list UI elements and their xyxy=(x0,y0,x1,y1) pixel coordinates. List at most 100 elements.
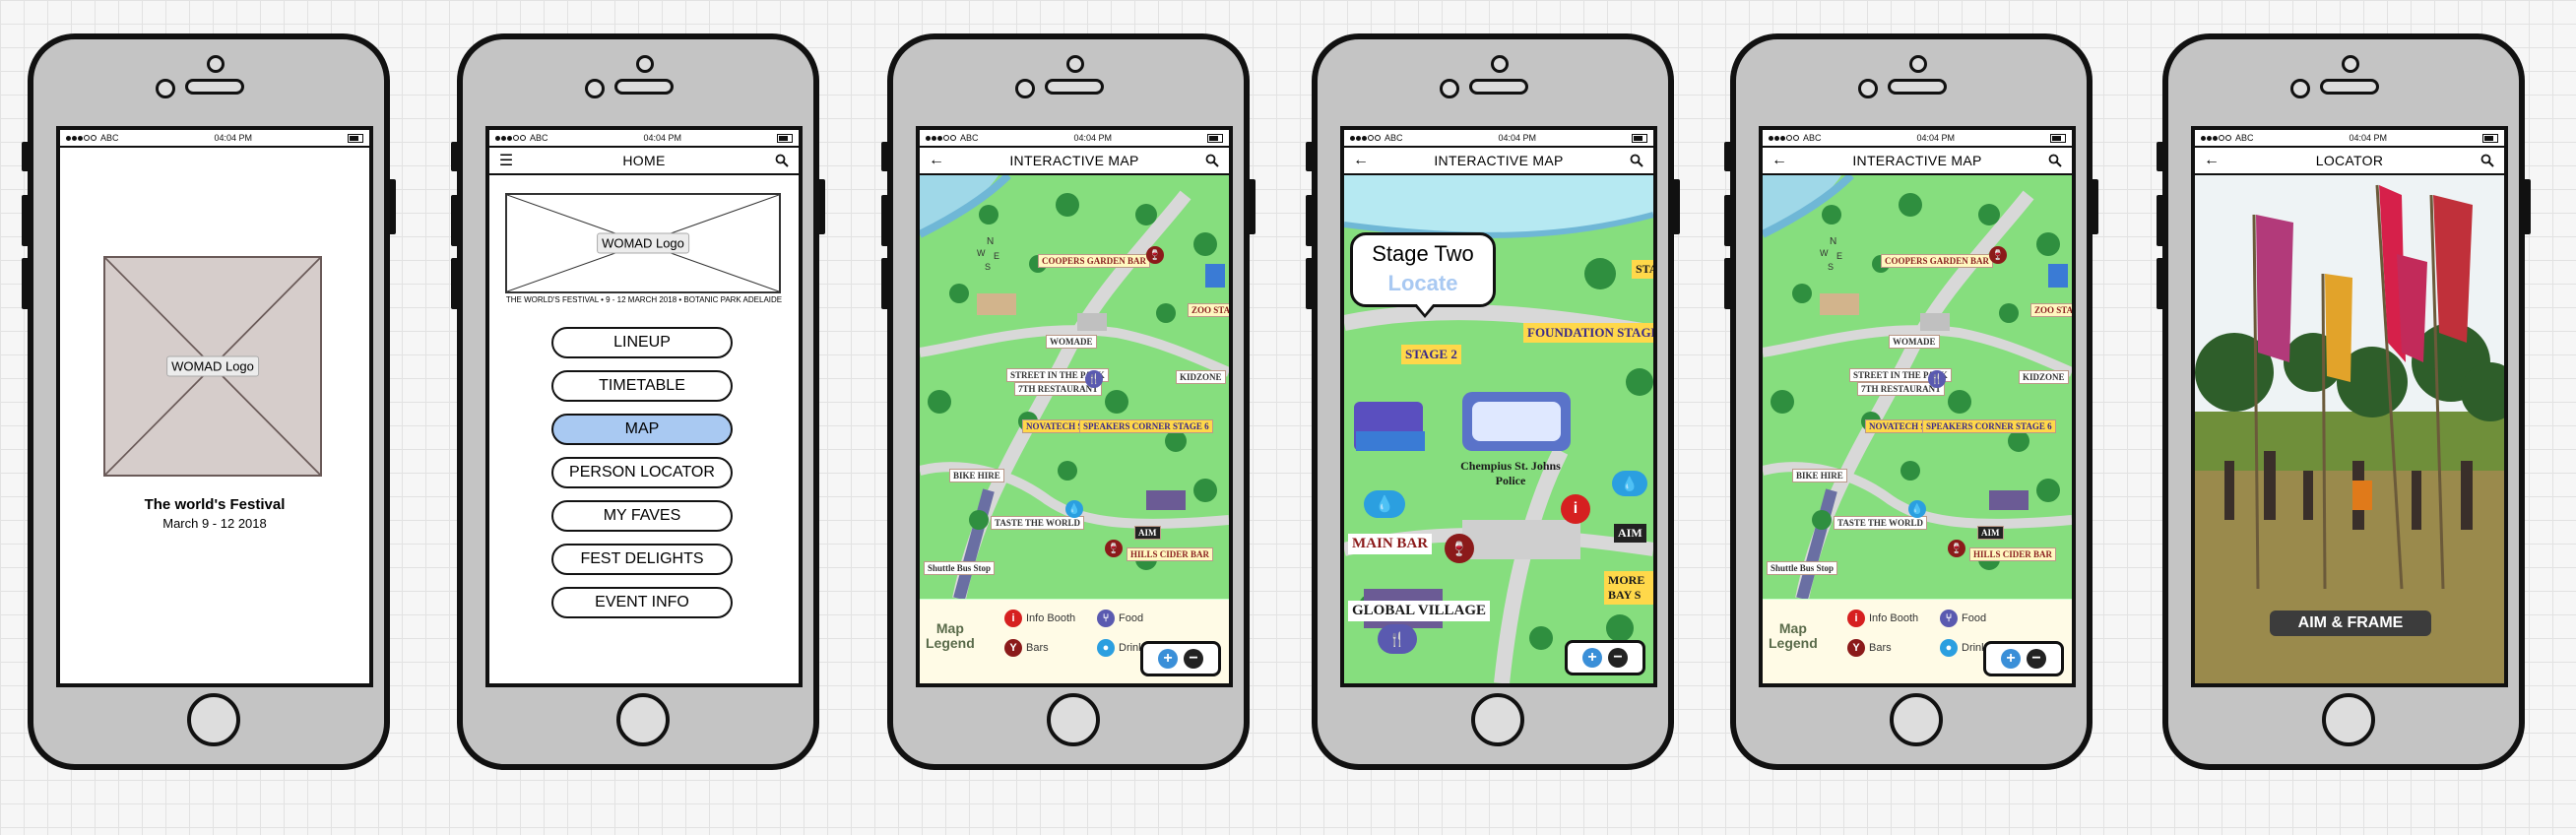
legend-item-info: i Info Booth xyxy=(1847,610,1918,627)
earpiece-icon xyxy=(2342,55,2359,73)
legend-item-bars: Y Bars xyxy=(1004,639,1049,657)
aim-frame-badge[interactable]: AIM & FRAME xyxy=(2270,610,2431,636)
map-label-speakers-corner[interactable]: SPEAKERS CORNER STAGE 6 xyxy=(1079,419,1213,433)
zoom-out-button[interactable]: − xyxy=(2027,649,2046,669)
map-label-kidzone[interactable]: KIDZONE xyxy=(1176,370,1226,384)
main-bar-label[interactable]: MAIN BAR xyxy=(1348,534,1433,554)
stage-edge-label[interactable]: STA xyxy=(1632,260,1653,279)
menu-button-timetable[interactable]: TIMETABLE xyxy=(551,370,733,402)
map-label-womade[interactable]: WOMADE xyxy=(1889,335,1940,349)
aim-label[interactable]: AIM xyxy=(1614,524,1646,543)
earpiece-icon xyxy=(1491,55,1509,73)
bar-pin-icon[interactable]: 🍷 xyxy=(1146,246,1164,264)
map-label-hills-cider[interactable]: HILLS CIDER BAR xyxy=(1969,547,2057,561)
status-bar: ABC 04:04 PM xyxy=(1344,130,1653,148)
power-button xyxy=(388,179,396,234)
home-button[interactable] xyxy=(1471,693,1524,746)
home-button[interactable] xyxy=(1890,693,1943,746)
more-bay-label[interactable]: MORE BAY S xyxy=(1604,571,1653,605)
page-title: HOME xyxy=(622,153,666,168)
map-label-coopers[interactable]: COOPERS GARDEN BAR xyxy=(1881,254,1994,268)
foundation-stage-label[interactable]: FOUNDATION STAGE xyxy=(1523,323,1653,343)
water-pin-icon[interactable]: 💧 xyxy=(1065,500,1083,518)
search-icon[interactable] xyxy=(1628,152,1645,169)
police-label[interactable]: Chempius St. Johns Police xyxy=(1452,457,1569,490)
water-pin-icon[interactable]: 💧 xyxy=(1612,471,1647,496)
home-button[interactable] xyxy=(616,693,670,746)
legend-item-info: i Info Booth xyxy=(1004,610,1075,627)
water-pin-icon[interactable]: 💧 xyxy=(1908,500,1926,518)
splash-screen: ABC 04:04 PM WOMAD Logo The world's Fest… xyxy=(56,126,373,687)
map-label-coopers[interactable]: COOPERS GARDEN BAR xyxy=(1038,254,1151,268)
water-pin-icon[interactable]: 💧 xyxy=(1364,490,1405,518)
stage-2-label[interactable]: STAGE 2 xyxy=(1401,345,1461,364)
festival-map[interactable]: N W E S COOPERS GARDEN BAR ZOO STAGE WOM… xyxy=(920,175,1229,599)
map-label-bike-hire[interactable]: BIKE HIRE xyxy=(1792,469,1847,482)
bar-icon: Y xyxy=(1004,639,1022,657)
hamburger-menu-icon[interactable]: ☰ xyxy=(497,152,515,169)
back-arrow-icon[interactable]: ← xyxy=(1352,152,1370,169)
zoom-in-button[interactable]: + xyxy=(2001,649,2021,669)
map-label-aim[interactable]: AIM xyxy=(1977,526,2004,540)
locate-link[interactable]: Locate xyxy=(1353,271,1493,296)
map-legend: Map Legend i Info Booth ⑂ Food Y Bars ● … xyxy=(1763,599,2072,683)
phone-map: ABC 04:04 PM ← INTERACTIVE MAP N W E S C… xyxy=(881,33,1256,770)
volume-down-button xyxy=(1306,258,1314,309)
map-label-speakers-corner[interactable]: SPEAKERS CORNER STAGE 6 xyxy=(1922,419,2056,433)
search-icon[interactable] xyxy=(773,152,791,169)
back-arrow-icon[interactable]: ← xyxy=(2203,152,2221,169)
festival-map-zoomed[interactable]: Stage Two Locate STAGE 2 FOUNDATION STAG… xyxy=(1344,175,1653,683)
map-label-zoo-stage[interactable]: ZOO STAGE xyxy=(1188,303,1229,317)
food-pin-icon[interactable]: 🍴 xyxy=(1378,624,1417,654)
map-label-hills-cider[interactable]: HILLS CIDER BAR xyxy=(1127,547,1214,561)
global-village-label[interactable]: GLOBAL VILLAGE xyxy=(1348,601,1491,621)
mute-switch xyxy=(1724,142,1732,171)
search-icon[interactable] xyxy=(2479,152,2496,169)
back-arrow-icon[interactable]: ← xyxy=(1771,152,1788,169)
map-screen-2: ABC 04:04 PM ← INTERACTIVE MAP N W E S C… xyxy=(1759,126,2076,687)
logo-label: WOMAD Logo xyxy=(166,355,259,377)
map-label-zoo-stage[interactable]: ZOO STAGE xyxy=(2030,303,2072,317)
map-label-kidzone[interactable]: KIDZONE xyxy=(2019,370,2069,384)
zoom-in-button[interactable]: + xyxy=(1158,649,1178,669)
search-icon[interactable] xyxy=(1203,152,1221,169)
back-arrow-icon[interactable]: ← xyxy=(928,152,945,169)
home-button[interactable] xyxy=(187,693,240,746)
phone-map-2: ABC 04:04 PM ← INTERACTIVE MAP N W E S C… xyxy=(1724,33,2098,770)
food-pin-icon[interactable]: 🍴 xyxy=(1928,370,1946,388)
festival-dates: March 9 - 12 2018 xyxy=(162,516,267,531)
camera-icon xyxy=(1858,79,1878,98)
search-icon[interactable] xyxy=(2046,152,2064,169)
volume-up-button xyxy=(451,195,459,246)
volume-down-button xyxy=(451,258,459,309)
map-label-womade[interactable]: WOMADE xyxy=(1046,335,1097,349)
legend-item-drink: ● Drink xyxy=(1940,639,1987,657)
home-button[interactable] xyxy=(2322,693,2375,746)
info-pin-icon[interactable]: i xyxy=(1561,494,1590,524)
map-label-taste-world[interactable]: TASTE THE WORLD xyxy=(991,516,1085,530)
status-bar: ABC 04:04 PM xyxy=(1763,130,2072,148)
food-pin-icon[interactable]: 🍴 xyxy=(1085,370,1103,388)
bar-pin-icon[interactable]: 🍷 xyxy=(1948,540,1965,557)
zoom-in-button[interactable]: + xyxy=(1582,648,1602,668)
zoom-control: + − xyxy=(1983,641,2064,676)
menu-button-fest-delights[interactable]: FEST DELIGHTS xyxy=(551,544,733,575)
menu-button-my-faves[interactable]: MY FAVES xyxy=(551,500,733,532)
menu-button-person-locator[interactable]: PERSON LOCATOR xyxy=(551,457,733,488)
map-label-shuttle[interactable]: Shuttle Bus Stop xyxy=(1767,561,1838,575)
bar-pin-icon[interactable]: 🍷 xyxy=(1989,246,2007,264)
menu-button-map[interactable]: MAP xyxy=(551,414,733,445)
bar-pin-icon[interactable]: 🍷 xyxy=(1445,534,1474,563)
zoom-out-button[interactable]: − xyxy=(1608,648,1628,668)
map-label-shuttle[interactable]: Shuttle Bus Stop xyxy=(924,561,996,575)
festival-map[interactable]: N W E S COOPERS GARDEN BAR ZOO STAGE WOM… xyxy=(1763,175,2072,599)
menu-button-lineup[interactable]: LINEUP xyxy=(551,327,733,358)
zoom-out-button[interactable]: − xyxy=(1184,649,1203,669)
header-bar: ← LOCATOR xyxy=(2195,148,2504,175)
home-button[interactable] xyxy=(1047,693,1100,746)
map-label-taste-world[interactable]: TASTE THE WORLD xyxy=(1834,516,1928,530)
bar-pin-icon[interactable]: 🍷 xyxy=(1105,540,1123,557)
map-label-aim[interactable]: AIM xyxy=(1134,526,1161,540)
map-label-bike-hire[interactable]: BIKE HIRE xyxy=(949,469,1004,482)
menu-button-event-info[interactable]: EVENT INFO xyxy=(551,587,733,618)
